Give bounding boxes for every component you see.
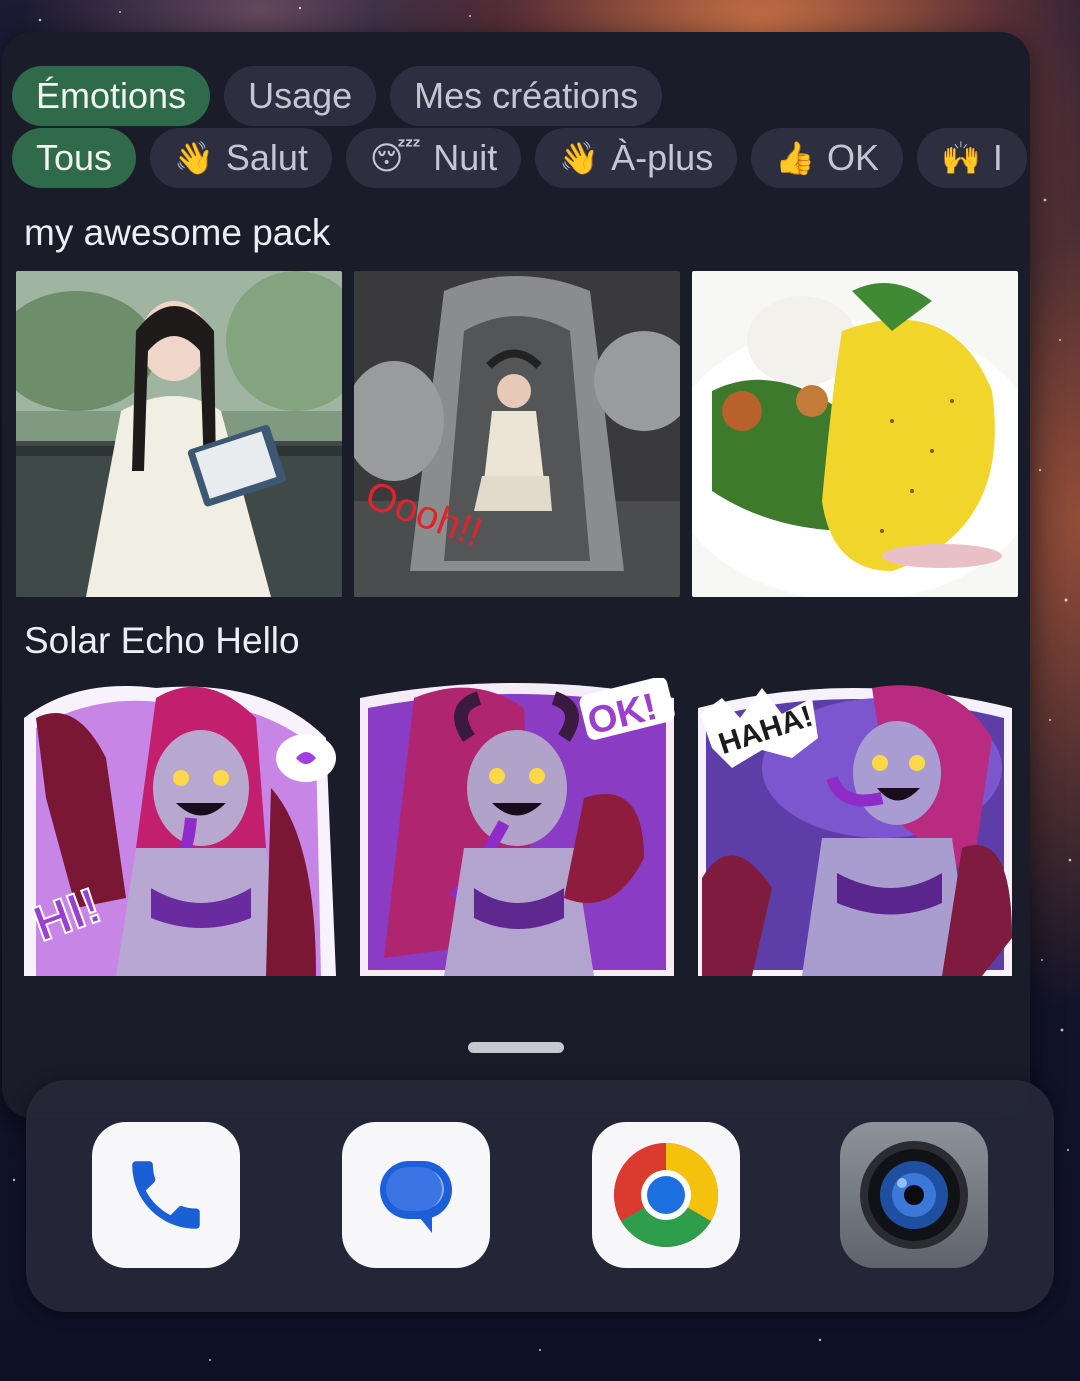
camera-app[interactable] [840,1122,988,1268]
raised-hands-icon: 🙌 [941,140,981,176]
tab-label: Émotions [36,75,187,116]
phone-icon [132,1161,200,1229]
omelette-salad-sticker[interactable] [692,271,1018,597]
chip-label: Nuit [433,137,498,178]
tab-usage[interactable]: Usage [224,66,377,126]
emotion-tabs: Émotions Usage Mes créations [12,66,663,126]
sticker-grid-pack-2: HI! OK! HAHA! [16,678,1018,976]
demon-girl-haha-sticker[interactable]: HAHA! [692,678,1018,976]
camera-icon [860,1141,968,1249]
chip-ok[interactable]: 👍 OK [751,128,904,188]
thumbs-up-icon: 👍 [775,140,816,176]
chip-label: À-plus [611,137,714,178]
chip-raised-hands[interactable]: 🙌 I [917,128,1027,188]
woman-reading-book-sticker[interactable] [16,271,342,597]
waving-hand-icon: 👋 [174,140,214,176]
tab-label: Mes créations [414,75,639,116]
demon-girl-ok-sticker[interactable]: OK! [354,678,680,976]
sticker-picker-panel: Émotions Usage Mes créations Tous 👋 Salut… [2,32,1030,1118]
pack-title: my awesome pack [24,212,331,253]
chip-label: Tous [36,137,113,178]
pack-title: Solar Echo Hello [24,620,300,661]
oooh-stone-dragon-sticker[interactable]: Oooh!! [354,271,680,597]
demon-girl-hi-sticker[interactable]: HI! [16,678,342,976]
tab-my-creations[interactable]: Mes créations [390,66,663,126]
messages-app[interactable] [342,1122,490,1268]
chip-see-you[interactable]: 👋 À-plus [535,128,738,188]
tab-label: Usage [248,75,353,116]
drag-handle[interactable] [468,1042,564,1053]
sleeping-face-icon: 😴 [369,140,422,176]
phone-app[interactable] [92,1122,240,1268]
messages-icon [380,1161,452,1233]
chip-label: OK [827,137,880,178]
chrome-icon [614,1143,718,1247]
sticker-grid-pack-1: Oooh!! [16,271,1018,597]
filter-chips: Tous 👋 Salut 😴 Nuit 👋 À-plus 👍 OK 🙌 I [12,128,1027,188]
chip-all[interactable]: Tous [12,128,137,188]
chip-hello[interactable]: 👋 Salut [150,128,332,188]
chip-label: I [992,137,1003,178]
chip-label: Salut [225,137,308,178]
waving-hand-icon: 👋 [559,140,600,176]
tab-emotions[interactable]: Émotions [12,66,211,126]
chrome-app[interactable] [592,1122,740,1268]
chip-night[interactable]: 😴 Nuit [345,128,522,188]
